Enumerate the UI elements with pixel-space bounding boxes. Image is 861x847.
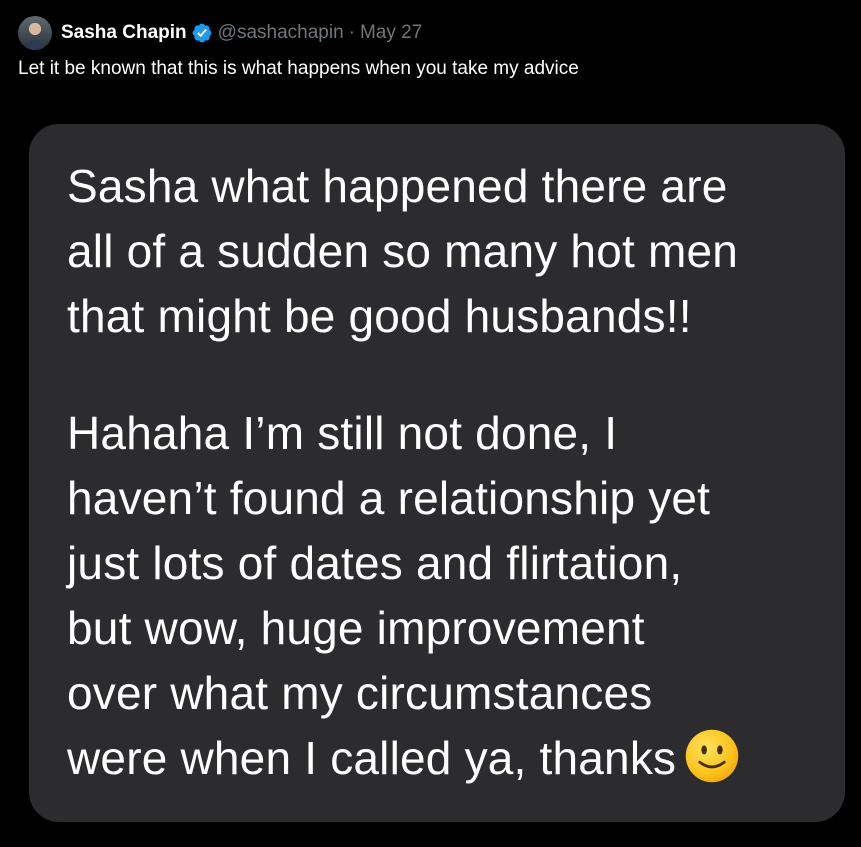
separator-dot: · (348, 22, 355, 43)
message-line: Hahaha I’m still not done, I (67, 407, 618, 459)
message-line: just lots of dates and flirtation, (67, 537, 683, 589)
tweet-text: Let it be known that this is what happen… (18, 58, 579, 79)
message-line: haven’t found a relationship yet (67, 472, 711, 524)
slightly-smiling-face-icon (686, 729, 739, 783)
message-line: over what my circumstances (67, 667, 653, 719)
message-line: but wow, huge improvement (67, 602, 645, 654)
message-paragraph-2: Hahaha I’m still not done, I haven’t fou… (67, 401, 815, 791)
tweet-date[interactable]: May 27 (360, 22, 422, 44)
tweet-header: Sasha Chapin @sashachapin · May 27 (18, 15, 422, 51)
message-line: all of a sudden so many hot men (67, 225, 739, 277)
tweet-image[interactable]: Sasha what happened there are all of a s… (29, 124, 845, 822)
message-line: that might be good husbands!! (67, 290, 692, 342)
message-paragraph-1: Sasha what happened there are all of a s… (67, 154, 815, 349)
author-handle[interactable]: @sashachapin (218, 22, 344, 44)
message-line: Sasha what happened there are (67, 160, 728, 212)
verified-badge-icon (192, 23, 212, 43)
author-name[interactable]: Sasha Chapin (61, 22, 187, 44)
message-line-text: were when I called ya, thanks (67, 732, 677, 784)
avatar[interactable] (18, 16, 52, 50)
message-line-last: were when I called ya, thanks (67, 726, 815, 791)
